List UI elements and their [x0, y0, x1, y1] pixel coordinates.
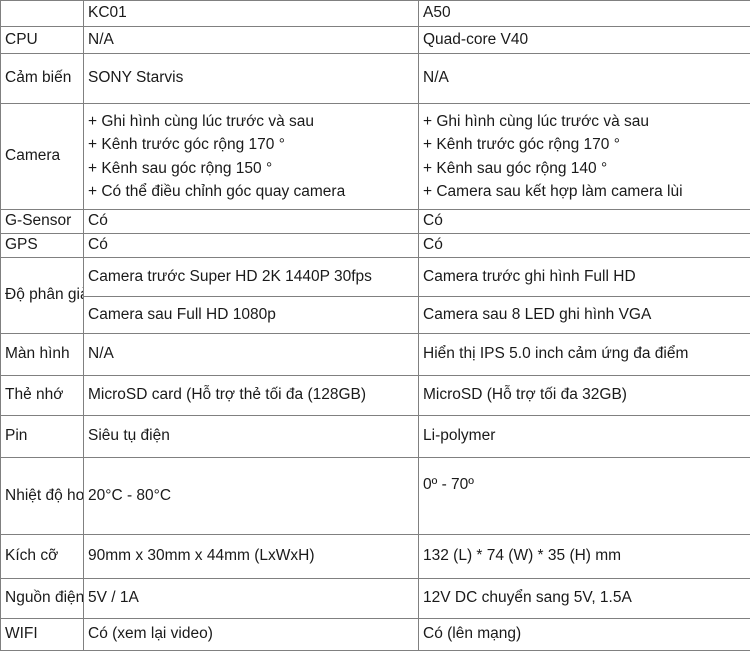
cell-battery-a50: Li-polymer — [418, 415, 750, 458]
cell-label-display: Màn hình — [0, 333, 84, 376]
table-row-wifi: WIFI Có (xem lại video) Có (lên mạng) — [0, 618, 750, 651]
table-row-header: KC01 A50 — [0, 0, 750, 27]
cell-label-memory: Thẻ nhớ — [0, 375, 84, 416]
cell-power-a50: 12V DC chuyển sang 5V, 1.5A — [418, 578, 750, 619]
cell-battery-kc01: Siêu tụ điện — [83, 415, 419, 458]
camera-feature-list-a50: + Ghi hình cùng lúc trước và sau + Kênh … — [423, 110, 746, 203]
table-row-dimensions: Kích cỡ 90mm x 30mm x 44mm (LxWxH) 132 (… — [0, 534, 750, 579]
cell-gsensor-kc01: Có — [83, 209, 419, 234]
cell-dimensions-a50: 132 (L) * 74 (W) * 35 (H) mm — [418, 534, 750, 579]
cell-label-wifi: WIFI — [0, 618, 84, 651]
table-row-gps: GPS Có Có — [0, 233, 750, 258]
cell-wifi-a50: Có (lên mạng) — [418, 618, 750, 651]
cell-header-label — [0, 0, 84, 27]
cell-label-gps: GPS — [0, 233, 84, 258]
cell-header-kc01: KC01 — [83, 0, 419, 27]
cell-video-front-kc01: Camera trước Super HD 2K 1440P 30fps — [83, 257, 419, 297]
table-row-temperature: Nhiệt độ hoạt động 20°C - 80°C 0º - 70º — [0, 457, 750, 535]
list-item: + Camera sau kết hợp làm camera lùi — [423, 182, 683, 200]
table-row-sensor: Cảm biến SONY Starvis N/A — [0, 53, 750, 104]
cell-label-video-resolution: Độ phân giải video — [0, 257, 84, 334]
cell-temperature-a50: 0º - 70º — [418, 457, 750, 535]
camera-feature-list-kc01: + Ghi hình cùng lúc trước và sau + Kênh … — [88, 110, 414, 203]
cell-sensor-a50: N/A — [418, 53, 750, 104]
cell-memory-a50: MicroSD (Hỗ trợ tối đa 32GB) — [418, 375, 750, 416]
cell-camera-kc01: + Ghi hình cùng lúc trước và sau + Kênh … — [83, 103, 419, 210]
cell-video-rear-a50: Camera sau 8 LED ghi hình VGA — [418, 296, 750, 334]
cell-display-kc01: N/A — [83, 333, 419, 376]
cell-video-front-a50: Camera trước ghi hình Full HD — [418, 257, 750, 297]
table-row-display: Màn hình N/A Hiển thị IPS 5.0 inch cảm ứ… — [0, 333, 750, 376]
table-row-power: Nguồn điện 5V / 1A 12V DC chuyển sang 5V… — [0, 578, 750, 619]
cell-cpu-a50: Quad-core V40 — [418, 26, 750, 54]
cell-gps-kc01: Có — [83, 233, 419, 258]
cell-temperature-kc01: 20°C - 80°C — [83, 457, 419, 535]
cell-sensor-kc01: SONY Starvis — [83, 53, 419, 104]
table-row-memory: Thẻ nhớ MicroSD card (Hỗ trợ thẻ tối đa … — [0, 375, 750, 416]
table-row-battery: Pin Siêu tụ điện Li-polymer — [0, 415, 750, 458]
cell-wifi-kc01: Có (xem lại video) — [83, 618, 419, 651]
cell-label-sensor: Cảm biến — [0, 53, 84, 104]
list-item: + Kênh sau góc rộng 140 ° — [423, 159, 608, 177]
cell-camera-a50: + Ghi hình cùng lúc trước và sau + Kênh … — [418, 103, 750, 210]
cell-label-cpu: CPU — [0, 26, 84, 54]
list-item: + Kênh sau góc rộng 150 ° — [88, 159, 273, 177]
cell-label-gsensor: G-Sensor — [0, 209, 84, 234]
list-item: + Ghi hình cùng lúc trước và sau — [88, 113, 315, 130]
cell-memory-kc01: MicroSD card (Hỗ trợ thẻ tối đa (128GB) — [83, 375, 419, 416]
cell-label-battery: Pin — [0, 415, 84, 458]
list-item: + Ghi hình cùng lúc trước và sau — [423, 113, 650, 130]
spec-comparison-table: KC01 A50 CPU N/A Quad-core V40 Cảm biến … — [0, 0, 750, 651]
cell-display-a50: Hiển thị IPS 5.0 inch cảm ứng đa điểm — [418, 333, 750, 376]
cell-label-temperature: Nhiệt độ hoạt động — [0, 457, 84, 535]
table-row-camera: Camera + Ghi hình cùng lúc trước và sau … — [0, 103, 750, 210]
cell-label-camera: Camera — [0, 103, 84, 210]
list-item: + Kênh trước góc rộng 170 ° — [88, 136, 285, 154]
cell-power-kc01: 5V / 1A — [83, 578, 419, 619]
cell-gsensor-a50: Có — [418, 209, 750, 234]
table-row-video-resolution-rear: Camera sau Full HD 1080p Camera sau 8 LE… — [1, 296, 750, 334]
table-row-video-resolution-front: Độ phân giải video Camera trước Super HD… — [0, 257, 750, 334]
cell-cpu-kc01: N/A — [83, 26, 419, 54]
cell-video-rear-kc01: Camera sau Full HD 1080p — [83, 296, 419, 334]
cell-label-power: Nguồn điện — [0, 578, 84, 619]
table-row-gsensor: G-Sensor Có Có — [0, 209, 750, 234]
cell-dimensions-kc01: 90mm x 30mm x 44mm (LxWxH) — [83, 534, 419, 579]
list-item: + Kênh trước góc rộng 170 ° — [423, 136, 620, 154]
cell-header-a50: A50 — [418, 0, 750, 27]
spec-comparison-page: KC01 A50 CPU N/A Quad-core V40 Cảm biến … — [0, 0, 750, 654]
cell-label-dimensions: Kích cỡ — [0, 534, 84, 579]
list-item: + Có thể điều chỉnh góc quay camera — [88, 182, 346, 200]
cell-gps-a50: Có — [418, 233, 750, 258]
table-row-cpu: CPU N/A Quad-core V40 — [0, 26, 750, 54]
